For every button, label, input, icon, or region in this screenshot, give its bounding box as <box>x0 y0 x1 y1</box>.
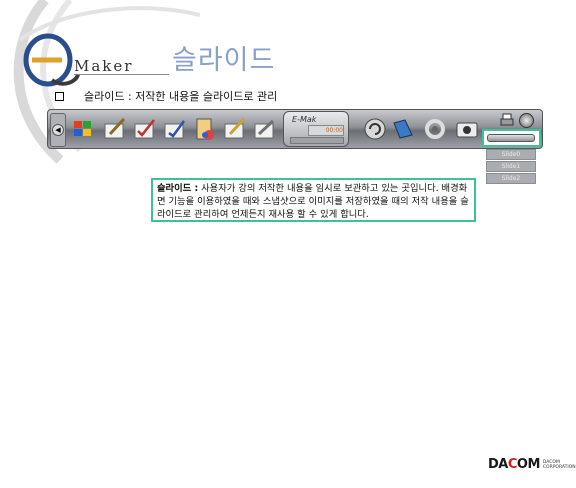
status-display: E-Mak 00:00 <box>283 111 349 147</box>
display-counter: 00:00 <box>308 125 344 136</box>
description-body: 사용자가 강의 저작한 내용을 임시로 보관하고 있는 곳입니다. 배경화면 기… <box>157 183 469 220</box>
marker-button[interactable] <box>160 114 190 144</box>
check-pen-button[interactable] <box>130 114 160 144</box>
e-logo-icon <box>23 33 80 87</box>
highlighter-icon <box>224 117 246 139</box>
display-progress-bar <box>290 137 344 144</box>
camera-icon <box>456 122 478 138</box>
pen-tool-button[interactable] <box>100 114 130 144</box>
rotate-icon <box>425 119 445 139</box>
editor-toolbar: ◀ E-Mak 00:00 <box>47 109 543 149</box>
display-logo: E-Mak <box>292 115 317 124</box>
windows-flag-icon <box>74 121 91 136</box>
highlighter-button[interactable] <box>220 114 250 144</box>
power-button[interactable] <box>519 113 534 128</box>
bullet-text: 슬라이드 : 저작한 내용을 슬라이드로 관리 <box>84 90 278 103</box>
windows-button[interactable] <box>68 114 98 144</box>
eraser-button[interactable] <box>250 114 280 144</box>
book-icon <box>393 119 413 139</box>
check-pen-icon <box>134 119 155 139</box>
color-palette-button[interactable] <box>190 114 220 144</box>
slide-option[interactable]: Slide2 <box>486 173 536 184</box>
description-box: 슬라이드 : 사용자가 강의 저작한 내용을 임시로 보관하고 있는 곳입니다.… <box>151 178 476 222</box>
printer-icon[interactable] <box>500 113 514 127</box>
refresh-button[interactable] <box>360 114 390 144</box>
marker-icon <box>164 120 186 139</box>
page-title: 슬라이드 <box>172 45 276 76</box>
pen-paper-icon <box>104 117 126 139</box>
description-term: 슬라이드 : <box>157 183 199 194</box>
slide-option[interactable]: Slide1 <box>486 161 536 172</box>
refresh-icon <box>364 118 386 140</box>
book-button[interactable] <box>388 114 418 144</box>
bullet-item: 슬라이드 : 저작한 내용을 슬라이드로 관리 <box>55 88 277 104</box>
rotate-button[interactable] <box>420 114 450 144</box>
slide-selector-bar[interactable] <box>487 134 535 142</box>
eraser-pen-icon <box>254 119 275 139</box>
arrow-left-icon: ◀ <box>52 124 64 136</box>
brand-underline <box>74 74 169 75</box>
company-name: DACOM <box>488 457 540 472</box>
slide-selector-highlight[interactable] <box>482 129 541 147</box>
bullet-square-icon <box>55 91 64 101</box>
toolbar-left-arrow-button[interactable]: ◀ <box>50 113 66 147</box>
slide-dropdown: Slide0 Slide1 Slide2 <box>486 149 536 185</box>
brand-word: Maker <box>74 57 134 75</box>
company-corp-text: DACOM CORPORATION <box>542 459 576 470</box>
slide-option[interactable]: Slide0 <box>486 149 536 160</box>
company-logo: DACOM DACOM CORPORATION <box>488 457 576 472</box>
snapshot-camera-button[interactable] <box>452 114 482 144</box>
paint-bucket-icon <box>196 118 214 140</box>
